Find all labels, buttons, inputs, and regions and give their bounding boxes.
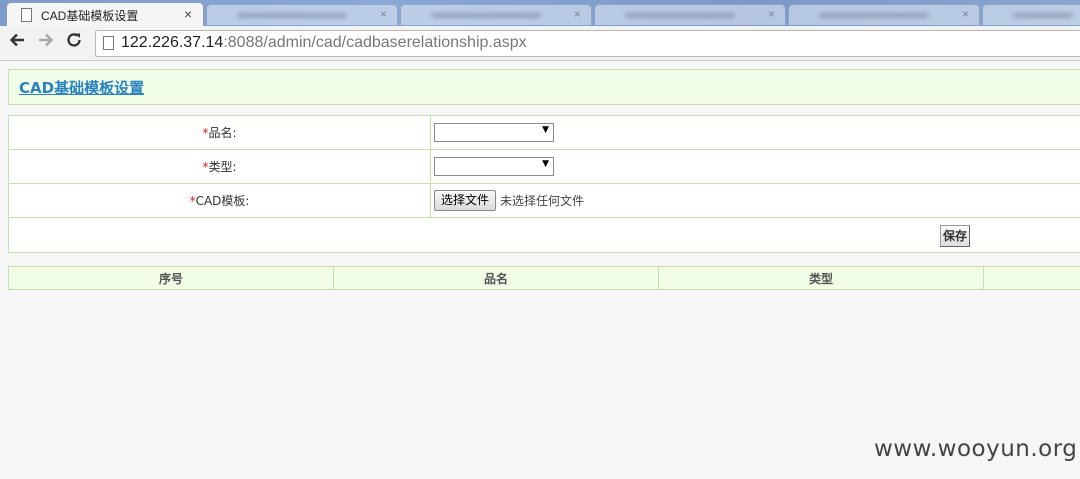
- watermark: www.wooyun.org: [874, 436, 1078, 462]
- tab-close-icon[interactable]: ×: [574, 7, 581, 21]
- forward-button[interactable]: [35, 31, 57, 53]
- relationship-list-table: 序号 品名 类型: [8, 266, 1080, 290]
- browser-tab-inactive[interactable]: ×: [206, 4, 398, 25]
- tab-close-icon[interactable]: ×: [962, 7, 969, 21]
- url-host: 122.226.37.14: [121, 34, 224, 51]
- product-name-select[interactable]: ▼: [434, 123, 554, 142]
- form-row-cad-template: *CAD模板: 选择文件 未选择任何文件: [8, 183, 1080, 218]
- type-select[interactable]: ▼: [434, 157, 554, 176]
- choose-file-button[interactable]: 选择文件: [434, 190, 497, 211]
- tab-close-icon[interactable]: ×: [184, 6, 192, 22]
- file-status-text: 未选择任何文件: [500, 194, 585, 208]
- reload-icon: [67, 33, 81, 47]
- page-header: CAD基础模板设置: [8, 69, 1080, 105]
- product-name-label-cell: *品名:: [8, 115, 431, 150]
- browser-tab-inactive[interactable]: ×: [400, 4, 592, 25]
- type-label-cell: *类型:: [8, 149, 431, 184]
- tab-close-icon[interactable]: ×: [768, 7, 775, 21]
- type-label: 类型:: [208, 160, 237, 174]
- cad-template-label-cell: *CAD模板:: [8, 183, 431, 218]
- type-value-cell: ▼: [430, 149, 1080, 184]
- cad-template-value-cell: 选择文件 未选择任何文件: [430, 183, 1080, 218]
- url-path: :8088/admin/cad/cadbaserelationship.aspx: [223, 34, 527, 51]
- blurred-tab-title: [431, 13, 541, 18]
- dropdown-arrow-icon: ▼: [542, 125, 549, 135]
- blurred-tab-title: [819, 13, 929, 18]
- form-row-product-name: *品名: ▼: [8, 115, 1080, 150]
- page-title[interactable]: CAD基础模板设置: [19, 77, 144, 98]
- browser-tab-inactive[interactable]: [982, 4, 1080, 25]
- browser-tab-active[interactable]: CAD基础模板设置 ×: [6, 2, 204, 26]
- column-header-type: 类型: [658, 266, 984, 290]
- column-header-index: 序号: [8, 266, 334, 290]
- reload-button[interactable]: [63, 31, 85, 53]
- browser-tab-strip: CAD基础模板设置 × × × × ×: [0, 0, 1080, 26]
- actions-cell: 保存: [8, 217, 1080, 253]
- address-bar[interactable]: 122.226.37.14:8088/admin/cad/cadbaserela…: [95, 30, 1080, 57]
- product-name-label: 品名:: [208, 126, 237, 140]
- browser-tab-inactive[interactable]: ×: [594, 4, 786, 25]
- tab-title: CAD基础模板设置: [41, 9, 139, 23]
- product-name-value-cell: ▼: [430, 115, 1080, 150]
- page-icon: [103, 36, 114, 50]
- back-button[interactable]: [6, 31, 28, 53]
- tab-close-icon[interactable]: ×: [380, 7, 387, 21]
- url-text[interactable]: 122.226.37.14:8088/admin/cad/cadbaserela…: [121, 34, 527, 52]
- cad-template-label: CAD模板:: [195, 194, 250, 208]
- settings-form: *品名: ▼ *类型: ▼ *CAD模板: 选择文件 未选择任何文件 保存: [8, 115, 1080, 253]
- arrow-right-icon: [39, 33, 54, 47]
- document-icon: [21, 8, 32, 22]
- blurred-tab-title: [237, 13, 347, 18]
- blurred-tab-title: [1013, 13, 1073, 18]
- column-header-product-name: 品名: [333, 266, 659, 290]
- browser-tab-inactive[interactable]: ×: [788, 4, 980, 25]
- list-header-row: 序号 品名 类型: [8, 266, 1080, 290]
- column-header-extra: [983, 266, 1080, 290]
- arrow-left-icon: [9, 33, 24, 47]
- form-row-actions: 保存: [8, 217, 1080, 253]
- dropdown-arrow-icon: ▼: [542, 159, 549, 169]
- form-row-type: *类型: ▼: [8, 149, 1080, 184]
- browser-toolbar: 122.226.37.14:8088/admin/cad/cadbaserela…: [0, 26, 1080, 61]
- blurred-tab-title: [625, 13, 735, 18]
- save-button[interactable]: 保存: [940, 225, 971, 247]
